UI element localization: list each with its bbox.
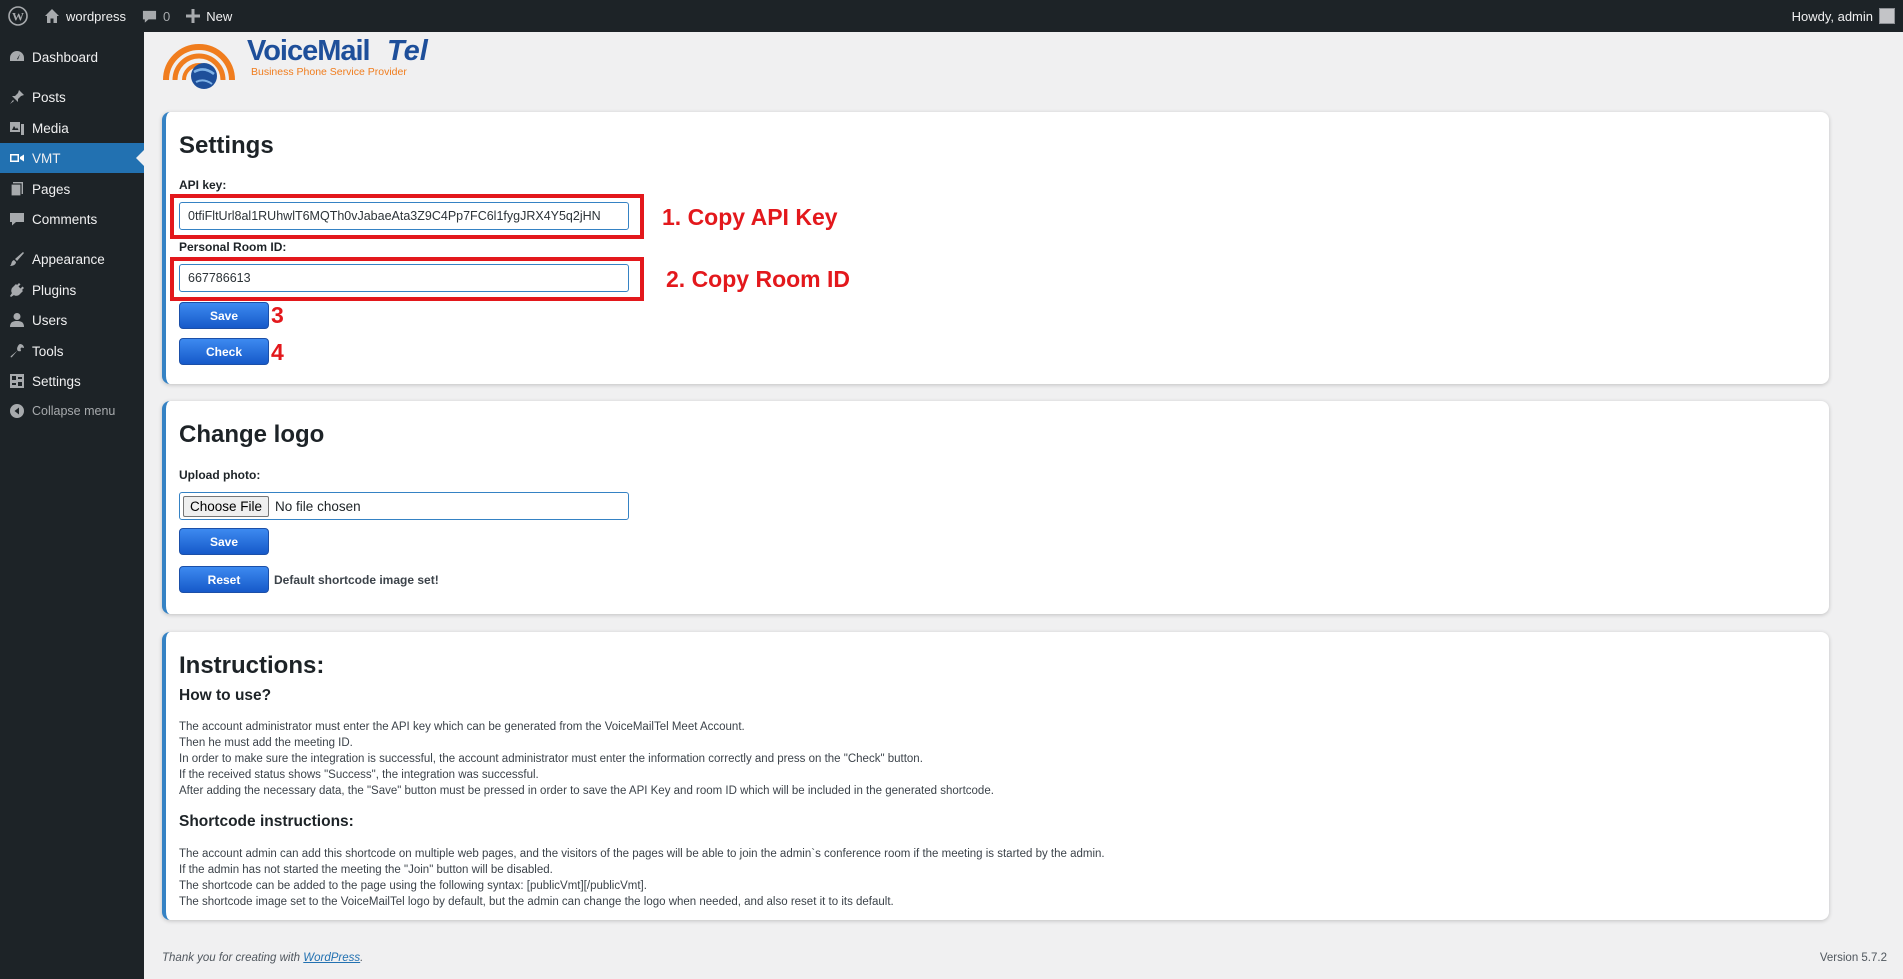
logo-save-button[interactable]: Save bbox=[179, 528, 269, 555]
step-4-annotation: 4 bbox=[271, 339, 284, 365]
logo-tagline: Business Phone Service Provider bbox=[251, 66, 407, 78]
collapse-icon bbox=[7, 401, 27, 421]
shortcode-line-3: The shortcode can be added to the page u… bbox=[179, 880, 647, 892]
sidebar-item-label: Collapse menu bbox=[32, 404, 116, 418]
user-icon bbox=[7, 310, 27, 330]
wordpress-link[interactable]: WordPress bbox=[303, 952, 360, 964]
sidebar-item-label: Media bbox=[32, 120, 69, 136]
shortcode-line-1: The account admin can add this shortcode… bbox=[179, 848, 1105, 860]
instructions-title: Instructions: bbox=[179, 652, 325, 679]
wordpress-logo-icon[interactable]: W bbox=[0, 0, 36, 32]
sidebar-item-users[interactable]: Users bbox=[0, 305, 144, 335]
sidebar-item-label: VMT bbox=[32, 150, 61, 166]
collapse-menu-button[interactable]: Collapse menu bbox=[0, 396, 144, 426]
footer-thanks-suffix: . bbox=[360, 952, 364, 964]
pages-icon bbox=[7, 179, 27, 199]
sidebar-item-label: Pages bbox=[32, 181, 71, 197]
comments-link[interactable]: 0 bbox=[134, 0, 178, 32]
voicemailtel-logo: VoiceMail Tel Business Phone Service Pro… bbox=[160, 30, 435, 92]
sidebar-item-label: Posts bbox=[32, 89, 66, 105]
comment-icon bbox=[7, 209, 27, 229]
how-line-5: After adding the necessary data, the "Sa… bbox=[179, 785, 994, 797]
logo-brand-accent: Tel bbox=[387, 35, 429, 67]
settings-card: Settings API key: 0tfiFltUrl8al1RUhwlT6M… bbox=[162, 112, 1829, 384]
copy-room-id-annotation: 2. Copy Room ID bbox=[666, 266, 851, 292]
change-logo-title: Change logo bbox=[179, 421, 325, 448]
how-line-1: The account administrator must enter the… bbox=[179, 721, 745, 733]
home-icon bbox=[45, 9, 59, 23]
upload-photo-label: Upload photo: bbox=[179, 468, 261, 482]
room-id-highlight-box bbox=[170, 257, 644, 301]
sidebar-item-plugins[interactable]: Plugins bbox=[0, 275, 144, 305]
change-logo-card: Change logo Upload photo: Choose File No… bbox=[162, 401, 1829, 614]
plug-icon bbox=[7, 280, 27, 300]
sidebar-item-settings[interactable]: Settings bbox=[0, 366, 144, 396]
api-key-label: API key: bbox=[179, 178, 227, 192]
sidebar-item-vmt[interactable]: VMT bbox=[0, 143, 144, 173]
instructions-card: Instructions: How to use? The account ad… bbox=[162, 632, 1829, 920]
api-key-highlight-box bbox=[170, 194, 644, 239]
choose-file-button[interactable]: Choose File bbox=[183, 495, 270, 517]
plus-icon bbox=[186, 9, 201, 23]
copy-api-key-annotation: 1. Copy API Key bbox=[662, 204, 838, 230]
sidebar-item-label: Dashboard bbox=[32, 49, 99, 65]
how-line-4: If the received status shows "Success", … bbox=[179, 769, 539, 781]
sidebar-item-pages[interactable]: Pages bbox=[0, 174, 144, 204]
logo-status-text: Default shortcode image set! bbox=[274, 573, 439, 587]
admin-bar: W wordpress 0 New Howdy, admin bbox=[0, 0, 1903, 32]
reset-button[interactable]: Reset bbox=[179, 566, 269, 593]
sidebar-item-label: Comments bbox=[32, 211, 98, 227]
sidebar-item-tools[interactable]: Tools bbox=[0, 336, 144, 366]
shortcode-line-4: The shortcode image set to the VoiceMail… bbox=[179, 896, 894, 908]
check-button[interactable]: Check bbox=[179, 338, 269, 365]
site-name-link[interactable]: wordpress bbox=[36, 0, 134, 32]
sidebar-item-dashboard[interactable]: Dashboard bbox=[0, 42, 144, 72]
wrench-icon bbox=[7, 341, 27, 361]
sidebar-item-posts[interactable]: Posts bbox=[0, 82, 144, 112]
logo-brand-main: VoiceMail bbox=[247, 35, 370, 67]
media-icon bbox=[7, 118, 27, 138]
sidebar-item-label: Plugins bbox=[32, 282, 77, 298]
settings-title: Settings bbox=[179, 132, 274, 159]
video-camera-icon bbox=[7, 148, 27, 168]
footer-thanks-prefix: Thank you for creating with bbox=[162, 952, 304, 964]
settings-icon bbox=[7, 371, 27, 391]
no-file-text: No file chosen bbox=[275, 498, 361, 514]
shortcode-heading: Shortcode instructions: bbox=[179, 813, 354, 830]
comments-count: 0 bbox=[162, 8, 171, 24]
sidebar-item-label: Settings bbox=[32, 373, 81, 389]
shortcode-line-2: If the admin has not started the meeting… bbox=[179, 864, 553, 876]
how-line-3: In order to make sure the integration is… bbox=[179, 753, 923, 765]
admin-sidebar: Dashboard Posts Media VMT Pages Comments… bbox=[0, 32, 144, 979]
step-3-annotation: 3 bbox=[271, 302, 284, 328]
footer-thanks: Thank you for creating with WordPress. bbox=[162, 952, 363, 964]
comment-icon bbox=[142, 10, 157, 23]
sidebar-item-label: Tools bbox=[32, 343, 64, 359]
sidebar-item-media[interactable]: Media bbox=[0, 113, 144, 143]
howdy-text: Howdy, admin bbox=[1791, 8, 1873, 24]
version-text: Version 5.7.2 bbox=[1819, 952, 1887, 964]
site-name: wordpress bbox=[66, 8, 126, 24]
brush-icon bbox=[7, 249, 27, 269]
svg-text:W: W bbox=[12, 10, 24, 24]
new-content-link[interactable]: New bbox=[178, 0, 240, 32]
avatar bbox=[1879, 8, 1895, 24]
sidebar-item-label: Users bbox=[32, 312, 68, 328]
how-to-use-heading: How to use? bbox=[179, 687, 272, 704]
pin-icon bbox=[7, 87, 27, 107]
sidebar-item-appearance[interactable]: Appearance bbox=[0, 244, 144, 274]
save-button[interactable]: Save bbox=[179, 302, 269, 329]
sidebar-item-comments[interactable]: Comments bbox=[0, 204, 144, 234]
new-label: New bbox=[206, 8, 233, 24]
dashboard-icon bbox=[7, 47, 27, 67]
how-line-2: Then he must add the meeting ID. bbox=[179, 737, 353, 749]
room-id-label: Personal Room ID: bbox=[179, 240, 287, 254]
file-upload-input[interactable]: Choose File No file chosen bbox=[179, 492, 629, 520]
sidebar-item-label: Appearance bbox=[32, 251, 105, 267]
my-account-link[interactable]: Howdy, admin bbox=[1792, 8, 1903, 24]
